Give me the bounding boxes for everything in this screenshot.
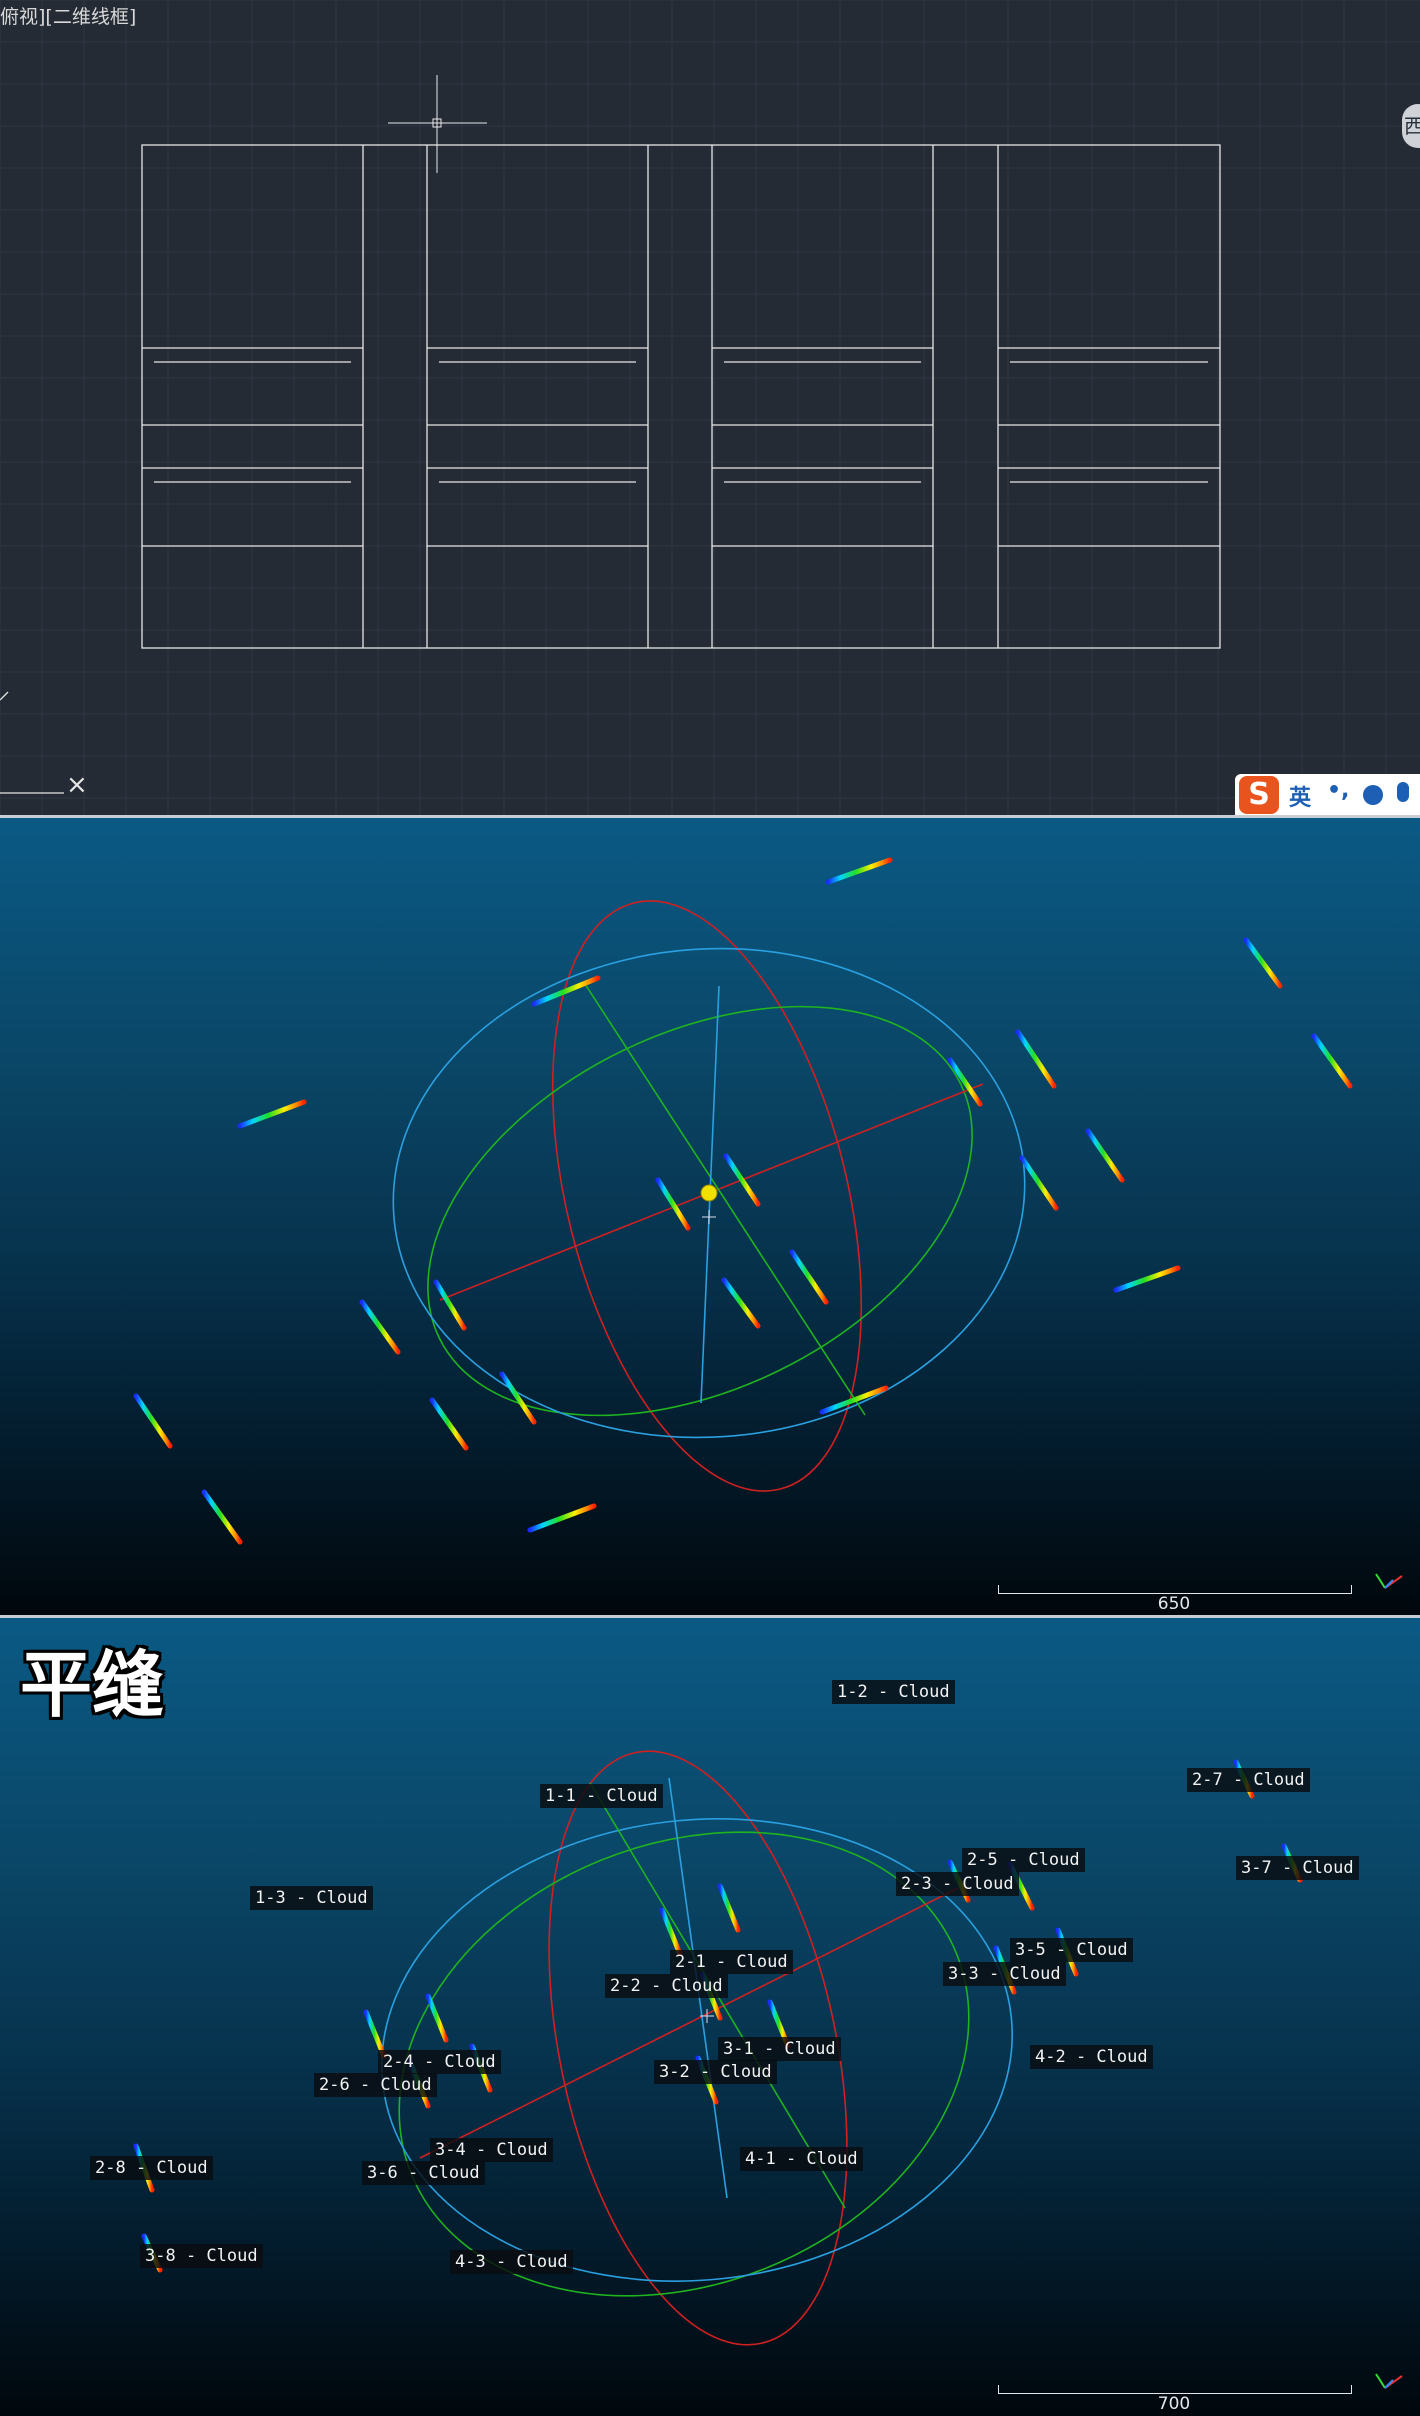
cloud-label: 3-6 - Cloud <box>362 2161 485 2185</box>
cloud-streak <box>133 1393 173 1449</box>
cloud-label: 2-8 - Cloud <box>90 2156 213 2180</box>
cloud-label: 3-4 - Cloud <box>430 2138 553 2162</box>
sogou-logo-icon[interactable]: S <box>1239 776 1279 814</box>
cloud-streak <box>789 1249 829 1305</box>
point-cloud-viewport-2[interactable]: 平缝 1-2 - Cloud 1-1 - Cloud 1-3 - Cloud 2-7 … <box>0 1618 1420 2416</box>
cloud-label: 2-7 - Cloud <box>1187 1768 1310 1792</box>
point-cloud-viewport-1[interactable]: 650 <box>0 818 1420 1615</box>
cloud-label: 2-1 - Cloud <box>670 1950 793 1974</box>
cloud-streak <box>425 1993 449 2043</box>
cloud-streak <box>359 1299 401 1355</box>
cloud-label: 3-2 - Cloud <box>654 2060 777 2084</box>
pivot-cross <box>702 1210 716 1224</box>
cloud-streak <box>947 1057 983 1107</box>
cloud-label: 3-8 - Cloud <box>140 2244 263 2268</box>
cloud-label: 1-1 - Cloud <box>540 1784 663 1808</box>
smile-icon[interactable] <box>1363 785 1383 805</box>
cloud-label: 2-3 - Cloud <box>896 1872 1019 1896</box>
ime-language-toggle[interactable]: 英 <box>1289 780 1311 812</box>
scene-1 <box>133 857 1403 1589</box>
centroid-marker <box>700 1184 718 1202</box>
cloud-streak <box>1113 1265 1181 1293</box>
cloud-streak <box>717 1883 741 1933</box>
cloud-label: 3-5 - Cloud <box>1010 1938 1133 1962</box>
cloud-label: 2-5 - Cloud <box>962 1848 1085 1872</box>
cloud-label: 3-3 - Cloud <box>943 1962 1066 1986</box>
cad-viewport[interactable]: 俯视][二维线框] 西 × S 英 •, <box>0 0 1420 815</box>
close-icon[interactable]: × <box>66 772 88 798</box>
scale-bar <box>998 1585 1352 1594</box>
crosshair-cursor <box>388 75 487 173</box>
cloud-label: 2-4 - Cloud <box>378 2050 501 2074</box>
scale-label: 700 <box>1157 2394 1191 2414</box>
cloud-streak <box>1243 937 1283 989</box>
ime-punctuation-toggle[interactable]: •, <box>1327 778 1349 803</box>
cloud-label: 1-2 - Cloud <box>832 1680 955 1704</box>
axis-triad-icon <box>1375 2373 1403 2389</box>
cloud-streak <box>819 1385 889 1415</box>
scale-label: 650 <box>1157 1594 1191 1614</box>
axis-triad-icon <box>1375 1573 1403 1589</box>
cloud-streak <box>531 975 601 1007</box>
cloud-label: 1-3 - Cloud <box>250 1886 373 1910</box>
cloud-streak <box>825 857 893 885</box>
cabinet-drawing <box>141 144 1221 649</box>
cloud-streak <box>1311 1033 1353 1089</box>
ucs-icon <box>0 691 64 794</box>
cloud-label: 4-3 - Cloud <box>450 2250 573 2274</box>
cloud-streak <box>1019 1155 1059 1211</box>
cloud-label: 4-1 - Cloud <box>740 2147 863 2171</box>
cloud-streak <box>237 1099 307 1129</box>
cloud-streaks <box>133 857 1353 1545</box>
cloud-label: 2-2 - Cloud <box>605 1974 728 1998</box>
cloud-streak <box>1015 1029 1057 1089</box>
cloud-streak <box>1085 1128 1125 1183</box>
cloud-streaks <box>133 1759 1303 2273</box>
view-label[interactable]: 俯视][二维线框] <box>0 2 136 29</box>
cad-grid <box>0 0 1420 815</box>
cloud-streak <box>527 1503 597 1533</box>
cloud-label: 3-7 - Cloud <box>1236 1856 1359 1880</box>
cloud-streak <box>201 1489 243 1545</box>
ime-toolbar[interactable]: S 英 •, <box>1235 774 1420 815</box>
cloud-streak <box>429 1397 469 1451</box>
cloud-streak <box>723 1153 761 1207</box>
cloud-label: 2-6 - Cloud <box>314 2073 437 2097</box>
microphone-icon[interactable] <box>1397 782 1409 802</box>
cloud-label: 4-2 - Cloud <box>1030 2045 1153 2069</box>
cloud-streak <box>433 1279 467 1331</box>
scene-2 <box>133 1750 1403 2389</box>
scale-bar <box>998 2385 1352 2394</box>
cloud-streak <box>655 1177 691 1231</box>
cloud-label: 3-1 - Cloud <box>718 2037 841 2061</box>
axis-green <box>584 983 866 1416</box>
ellipse-green <box>427 1005 973 1417</box>
cloud-streak <box>721 1277 761 1329</box>
view-title: 平缝 <box>20 1643 165 1727</box>
viewcube-west[interactable]: 西 <box>1402 104 1420 148</box>
